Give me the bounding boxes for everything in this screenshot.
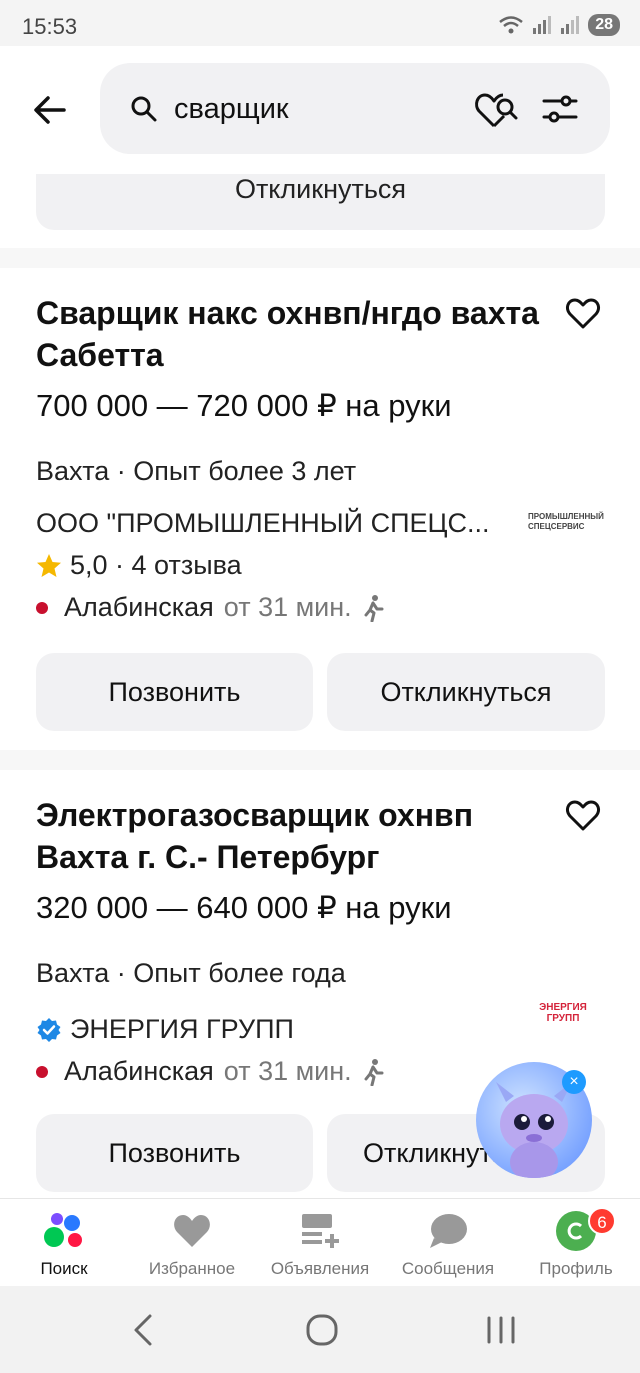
- back-button[interactable]: [30, 90, 70, 130]
- search-dots-icon: [44, 1213, 82, 1247]
- status-time: 15:53: [22, 14, 78, 39]
- nav-search[interactable]: Поиск: [0, 1211, 128, 1279]
- metro-time: от 31 мин.: [223, 1056, 352, 1086]
- nav-label: Сообщения: [401, 1259, 495, 1278]
- metro-info: Алабинская от 31 мин.: [36, 1056, 386, 1087]
- nav-label: Объявления: [270, 1259, 370, 1278]
- divider: [0, 248, 640, 268]
- vacancy-meta: Вахта · Опыт более года: [36, 958, 346, 988]
- company-name-text: ЭНЕРГИЯ ГРУПП: [70, 1014, 294, 1044]
- apply-button[interactable]: Откликнуться: [327, 653, 605, 731]
- walking-icon: [364, 1058, 384, 1086]
- bottom-navigation: Поиск Избранное Объявления Сообщения 6 П…: [0, 1198, 640, 1286]
- previous-apply-button[interactable]: Откликнуться: [36, 174, 605, 230]
- vacancy-title[interactable]: Сварщик накс охнвп/нгдо вахта Сабетта: [36, 292, 546, 376]
- save-search-icon[interactable]: [474, 90, 520, 130]
- metro-dot: [36, 1065, 48, 1078]
- verified-icon: [37, 1017, 61, 1042]
- search-icon: [131, 96, 157, 122]
- vacancy-salary: 320 000 — 640 000 ₽ на руки: [36, 890, 452, 925]
- rating-text: 5,0 · 4 отзыва: [70, 550, 242, 580]
- heart-icon[interactable]: [565, 798, 601, 834]
- call-button[interactable]: Позвонить: [36, 1114, 313, 1192]
- nav-favorites[interactable]: Избранное: [128, 1211, 256, 1279]
- ads-icon: [302, 1214, 339, 1248]
- system-home-icon[interactable]: [304, 1312, 340, 1348]
- metro-dot: [36, 601, 48, 614]
- nav-label: Профиль: [539, 1259, 613, 1278]
- nav-messages[interactable]: Сообщения: [384, 1211, 512, 1279]
- vacancy-title[interactable]: Электрогазосварщик охнвп Вахта г. С.- Пе…: [36, 794, 546, 878]
- wifi-icon: [499, 16, 523, 34]
- status-bar: 15:53 28: [0, 0, 640, 46]
- header: сварщик: [0, 46, 640, 174]
- company-logo: ПРОМЫШЛЕННЫЙ СПЕЦСЕРВИС: [528, 512, 604, 531]
- status-icons: 28: [498, 14, 620, 36]
- chat-icon: [430, 1214, 467, 1248]
- divider: [0, 750, 640, 770]
- star-icon: [37, 553, 61, 577]
- nav-label: Поиск: [40, 1259, 88, 1278]
- notification-badge: 6: [588, 1207, 616, 1235]
- search-query: сварщик: [174, 93, 289, 125]
- filter-icon[interactable]: [542, 93, 578, 125]
- heart-icon: [174, 1215, 210, 1247]
- vacancy-salary: 700 000 — 720 000 ₽ на руки: [36, 388, 452, 423]
- metro-time: от 31 мин.: [223, 592, 352, 622]
- company-logo: ЭНЕРГИЯ ГРУПП: [539, 1002, 587, 1024]
- signal-icon-2: [561, 16, 580, 34]
- arrow-left-icon: [34, 96, 66, 124]
- close-icon[interactable]: ×: [562, 1070, 586, 1094]
- vacancy-meta: Вахта · Опыт более 3 лет: [36, 456, 357, 486]
- walking-icon: [364, 594, 384, 622]
- company-name[interactable]: ЭНЕРГИЯ ГРУПП: [36, 1014, 294, 1045]
- call-button[interactable]: Позвонить: [36, 653, 313, 731]
- system-navigation-bar: [0, 1286, 640, 1373]
- nav-profile[interactable]: 6 Профиль: [512, 1207, 640, 1279]
- system-back-icon[interactable]: [130, 1312, 156, 1348]
- vacancy-feed: Откликнуться Сварщик накс охнвп/нгдо вах…: [0, 174, 640, 1198]
- metro-station: Алабинская: [64, 1056, 214, 1086]
- company-rating: 5,0 · 4 отзыва: [36, 550, 242, 581]
- heart-icon[interactable]: [565, 296, 601, 332]
- nav-label: Избранное: [148, 1259, 236, 1278]
- system-recents-icon[interactable]: [484, 1312, 518, 1348]
- metro-station: Алабинская: [64, 592, 214, 622]
- metro-info: Алабинская от 31 мин.: [36, 592, 386, 623]
- company-name-text: ООО "ПРОМЫШЛЕННЫЙ СПЕЦС...: [36, 508, 490, 538]
- search-field[interactable]: сварщик: [100, 63, 610, 154]
- company-name[interactable]: ООО "ПРОМЫШЛЕННЫЙ СПЕЦС...: [36, 508, 489, 539]
- signal-icon: [533, 16, 552, 34]
- nav-ads[interactable]: Объявления: [256, 1211, 384, 1279]
- battery-indicator: 28: [588, 14, 620, 36]
